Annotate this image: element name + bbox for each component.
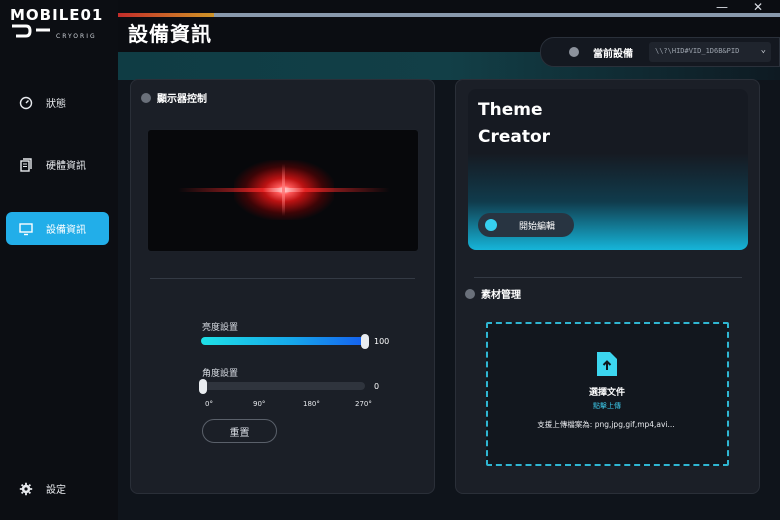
title-bar-accent	[118, 13, 780, 17]
device-select-value: \\?\HID#VID_1D6B&PID	[655, 47, 740, 55]
page-title: 設備資訊	[128, 22, 212, 46]
display-control-header: 顯示器控制	[141, 90, 207, 105]
sidebar-item-status[interactable]: 狀態	[6, 86, 109, 119]
section-dot-icon	[141, 92, 151, 103]
chevron-down-icon: ⌄	[760, 45, 766, 55]
drop-zone-title: 選擇文件	[588, 388, 625, 398]
close-button[interactable]: ✕	[748, 0, 768, 14]
divider	[474, 277, 742, 278]
preview-flare-vertical	[282, 164, 285, 216]
assets-header: 素材管理	[465, 286, 521, 301]
start-edit-button[interactable]: 開始編輯	[478, 213, 574, 237]
display-preview	[147, 129, 419, 252]
angle-tick: 270°	[355, 400, 372, 408]
sidebar-item-label: 狀態	[46, 99, 66, 110]
start-edit-label: 開始編輯	[519, 221, 556, 232]
sidebar	[0, 0, 118, 520]
minimize-button[interactable]: —	[712, 0, 732, 14]
angle-tick: 0°	[205, 400, 213, 408]
divider	[150, 278, 415, 279]
document-icon	[18, 157, 34, 173]
section-dot-icon	[465, 288, 475, 299]
display-control-title: 顯示器控制	[157, 94, 207, 105]
angle-tick: 180°	[303, 400, 320, 408]
sidebar-item-label: 設定	[46, 485, 66, 496]
theme-title-line2: Creator	[478, 127, 551, 147]
logo-sub: CRYORIG	[56, 33, 97, 40]
toggle-knob-icon	[485, 219, 497, 231]
angle-tick: 90°	[253, 400, 266, 408]
brightness-label: 亮度設置	[202, 323, 239, 333]
sidebar-item-settings[interactable]: 設定	[6, 472, 109, 505]
theme-title-line1: Theme	[478, 100, 543, 120]
gauge-icon	[18, 95, 34, 111]
sidebar-item-label: 設備資訊	[46, 225, 86, 236]
logo-brand: MOBILE01	[10, 6, 104, 24]
device-select[interactable]: \\?\HID#VID_1D6B&PID ⌄	[649, 42, 771, 62]
device-panel: 當前設備 \\?\HID#VID_1D6B&PID ⌄	[540, 37, 780, 67]
monitor-icon	[18, 221, 34, 237]
device-label: 當前設備	[593, 49, 633, 60]
logo-mark-icon	[12, 24, 50, 38]
brightness-slider-thumb[interactable]	[361, 334, 369, 349]
angle-value: 0	[374, 382, 380, 391]
device-status-icon	[569, 47, 579, 57]
reset-button[interactable]: 重置	[202, 419, 277, 443]
logo: MOBILE01 CRYORIG	[10, 6, 146, 46]
sidebar-item-device[interactable]: 設備資訊	[6, 212, 109, 245]
sidebar-item-label: 硬體資訊	[46, 161, 86, 172]
upload-link[interactable]: 點擊上傳	[567, 401, 647, 411]
angle-slider-track[interactable]	[203, 382, 365, 390]
supported-formats-hint: 支援上傳檔案為: png,jpg,gif,mp4,avi...	[537, 420, 675, 429]
assets-title: 素材管理	[481, 290, 521, 301]
theme-creator-title: Theme Creator	[478, 97, 550, 151]
sidebar-item-hardware[interactable]: 硬體資訊	[6, 148, 109, 181]
upload-file-icon	[597, 352, 617, 376]
gear-icon	[18, 481, 34, 497]
brightness-value: 100	[374, 337, 390, 346]
brightness-slider-track[interactable]	[201, 337, 365, 345]
angle-slider-thumb[interactable]	[199, 379, 207, 394]
angle-label: 角度設置	[202, 369, 239, 379]
